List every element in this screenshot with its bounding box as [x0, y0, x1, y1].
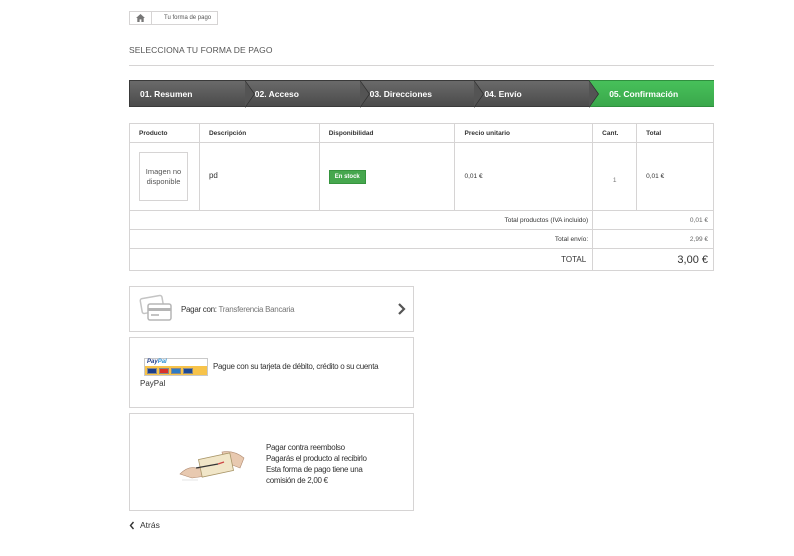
stock-badge: En stock: [328, 169, 366, 184]
chevron-left-icon: [129, 521, 135, 529]
credit-card-icon: [139, 294, 172, 321]
step-label: 05. Confirmación: [609, 88, 679, 99]
summary-row-total: TOTAL 3,00 €: [128, 248, 714, 271]
total-shipping-label: Total envío:: [128, 229, 594, 249]
card-icon: [183, 367, 193, 374]
cod-description: Pagar contra reembolso Pagarás el produc…: [266, 442, 367, 486]
back-link[interactable]: Atrás: [129, 520, 160, 530]
availability-cell: En stock: [318, 142, 456, 211]
step-shipping[interactable]: 04. Envío: [474, 80, 599, 108]
total-shipping-value: 2,99 €: [592, 229, 714, 249]
total-products-value: 0,01 €: [592, 210, 714, 230]
col-header-total: Total: [636, 123, 714, 143]
step-login[interactable]: 02. Acceso: [244, 80, 370, 108]
line-total: 0,01 €: [636, 142, 714, 211]
paypal-name: PayPal: [140, 379, 166, 388]
product-image-cell: Imagen no disponible: [129, 142, 200, 211]
col-header-product: Producto: [129, 123, 200, 143]
payment-option-paypal[interactable]: PayPal Pague con su tarjeta de débito, c…: [129, 337, 414, 408]
cod-line: Pagar contra reembolso: [266, 443, 345, 452]
chevron-right-icon: [398, 303, 406, 315]
step-label: 01. Resumen: [140, 88, 193, 99]
cart-summary-table: Producto Descripción Disponibilidad Prec…: [128, 123, 714, 271]
col-header-unit-price: Precio unitario: [454, 123, 594, 143]
breadcrumb-current: Tu forma de pago: [164, 15, 212, 21]
payment-option-cod[interactable]: Pagar contra reembolso Pagarás el produc…: [129, 413, 414, 511]
cod-line: comisión de 2,00 €: [266, 476, 328, 485]
table-header-row: Producto Descripción Disponibilidad Prec…: [129, 123, 714, 143]
bank-transfer-method: Transferencia Bancaria: [218, 304, 295, 314]
breadcrumb: Tu forma de pago: [129, 11, 219, 25]
paypal-logo: PayPal: [144, 358, 208, 376]
breadcrumb-home-link[interactable]: [130, 12, 152, 24]
paypal-logo-text: PayPal: [147, 359, 167, 365]
quantity: 1: [592, 142, 638, 211]
card-brands-icon: [145, 366, 207, 375]
payment-option-bank-transfer[interactable]: Pagar con: Transferencia Bancaria: [129, 286, 414, 332]
summary-row-products: Total productos (IVA incluido) 0,01 €: [128, 210, 714, 230]
visa-icon: [147, 367, 157, 374]
paypal-description: Pague con su tarjeta de débito, crédito …: [213, 362, 379, 371]
col-header-qty: Cant.: [592, 123, 638, 143]
step-confirmation: 05. Confirmación: [589, 80, 714, 107]
mastercard-icon: [159, 367, 169, 374]
total-products-label: Total productos (IVA incluido): [128, 210, 594, 230]
summary-row-shipping: Total envío: 2,99 €: [128, 229, 714, 249]
home-icon: [136, 14, 145, 22]
total-value: 3,00 €: [592, 248, 714, 271]
checkout-steps: 01. Resumen 02. Acceso 03. Direcciones 0…: [129, 80, 714, 108]
total-label: TOTAL: [128, 248, 594, 271]
amex-icon: [171, 367, 181, 374]
bank-transfer-label: Pagar con: Transferencia Bancaria: [181, 304, 295, 314]
step-label: 03. Direcciones: [369, 88, 432, 99]
col-header-description: Descripción: [198, 123, 320, 143]
cash-on-delivery-icon: [179, 451, 245, 481]
col-header-availability: Disponibilidad: [318, 123, 456, 143]
page-title: SELECCIONA TU FORMA DE PAGO: [129, 45, 714, 66]
unit-price: 0,01 €: [454, 142, 594, 211]
step-label: 04. Envío: [484, 88, 522, 99]
back-label: Atrás: [140, 520, 160, 530]
step-summary[interactable]: 01. Resumen: [129, 80, 255, 108]
product-description[interactable]: pd: [198, 142, 320, 211]
table-row: Imagen no disponible pd En stock 0,01 € …: [129, 142, 714, 211]
cod-line: Esta forma de pago tiene una: [266, 465, 363, 474]
pay-with-prefix: Pagar con:: [181, 304, 219, 314]
step-addresses[interactable]: 03. Direcciones: [359, 80, 485, 108]
cod-line: Pagarás el producto al recibirlo: [266, 454, 367, 463]
product-image-placeholder[interactable]: Imagen no disponible: [139, 152, 188, 201]
step-label: 02. Acceso: [254, 88, 299, 99]
